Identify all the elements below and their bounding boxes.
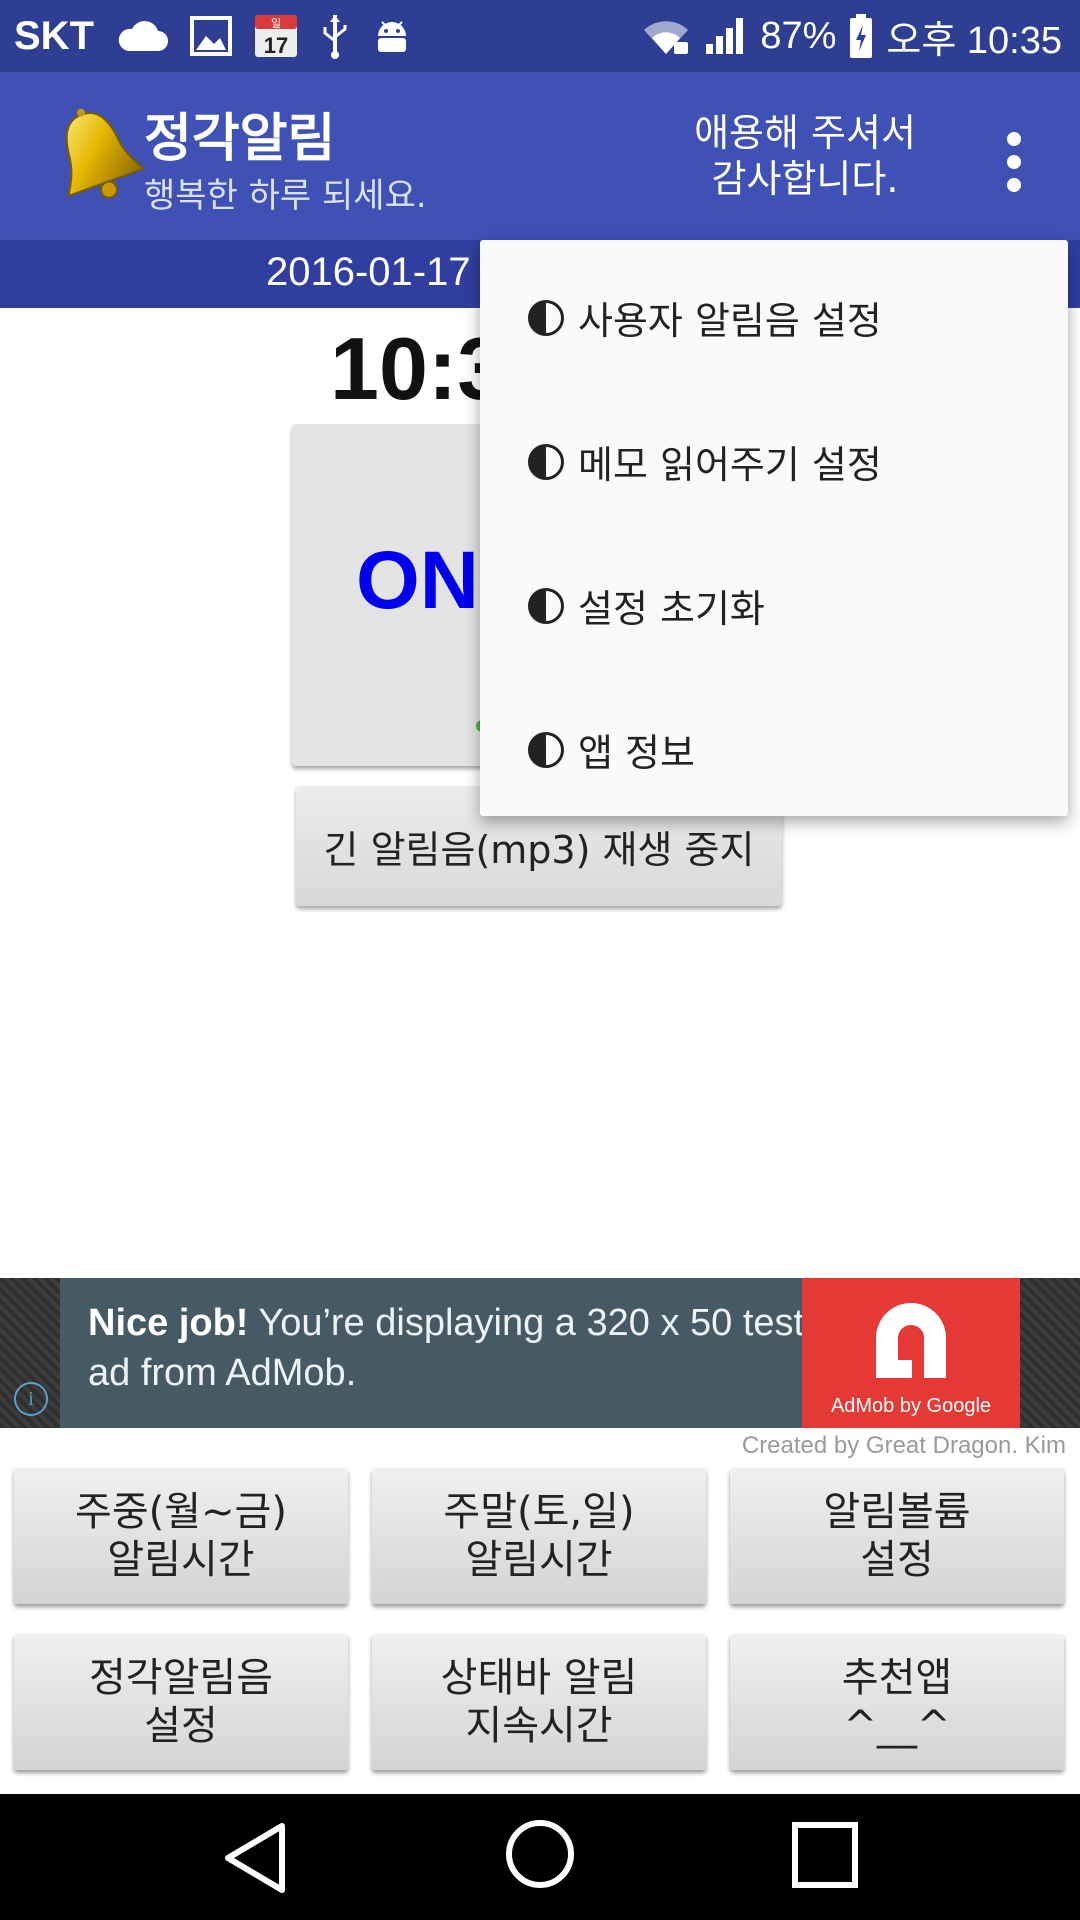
menu-item-label: 사용자 알림음 설정 (578, 299, 882, 343)
recommended-apps-button[interactable]: 추천앱 ^__^ (730, 1634, 1064, 1770)
calendar-day-label: 일 (271, 16, 281, 30)
app-title: 정각알림 (144, 109, 336, 169)
image-icon (190, 16, 232, 56)
status-bar-left: SKT 일 17 (14, 0, 412, 72)
menu-item-custom-sound[interactable]: 사용자 알림음 설정 (528, 290, 882, 345)
menu-item-label: 메모 읽어주기 설정 (578, 443, 882, 487)
android-debug-icon (372, 16, 412, 56)
ad-banner[interactable]: Nice job! You’re displaying a 320 x 50 t… (0, 1278, 1080, 1428)
credit-text: Created by Great Dragon. Kim (741, 1432, 1066, 1459)
app-bar: 정각알림 행복한 하루 되세요. 애용해 주셔서 감사합니다. (0, 72, 1080, 240)
button-line-2: 알림시간 (465, 1537, 613, 1583)
menu-item-memo-reading[interactable]: 메모 읽어주기 설정 (528, 434, 882, 489)
menu-item-app-info[interactable]: 앱 정보 (528, 722, 695, 777)
back-icon[interactable] (220, 1820, 290, 1900)
cloud-icon (116, 19, 168, 53)
button-line-2: 설정 (860, 1537, 934, 1583)
admob-logo: AdMob by Google (802, 1278, 1020, 1428)
battery-charging-icon (848, 13, 874, 59)
overflow-popup-menu: 사용자 알림음 설정 메모 읽어주기 설정 설정 초기화 앱 정보 (480, 240, 1068, 816)
admob-logo-label: AdMob by Google (830, 1395, 992, 1417)
button-line-2: 지속시간 (465, 1703, 613, 1749)
home-icon[interactable] (504, 1818, 576, 1894)
menu-item-label: 설정 초기화 (578, 587, 765, 631)
alarm-volume-button[interactable]: 알림볼륨 설정 (730, 1468, 1064, 1604)
thanks-message: 애용해 주셔서 감사합니다. (660, 110, 950, 202)
weekday-alarm-time-button[interactable]: 주중(월~금) 알림시간 (14, 1468, 348, 1604)
calendar-icon: 일 17 (254, 14, 298, 58)
ad-info-icon[interactable]: i (14, 1382, 48, 1416)
alarm-toggle-label: ON (356, 535, 479, 626)
button-line-1: 추천앱 (841, 1655, 953, 1701)
statusbar-duration-button[interactable]: 상태바 알림 지속시간 (372, 1634, 706, 1770)
battery-percent: 87% (760, 14, 837, 57)
weekend-alarm-time-button[interactable]: 주말(토,일) 알림시간 (372, 1468, 706, 1604)
button-line-1: 상태바 알림 (440, 1655, 638, 1701)
thanks-line-1: 애용해 주셔서 (694, 111, 916, 155)
button-line-1: 주중(월~금) (75, 1489, 287, 1535)
half-circle-icon (528, 731, 564, 768)
bell-icon (48, 104, 146, 204)
thanks-line-2: 감사합니다. (711, 157, 899, 201)
recents-icon[interactable] (790, 1820, 860, 1894)
ad-text-bold: Nice job! (88, 1302, 249, 1344)
navigation-bar (0, 1794, 1080, 1920)
half-circle-icon (528, 443, 564, 480)
ad-content[interactable]: Nice job! You’re displaying a 320 x 50 t… (60, 1278, 1020, 1428)
menu-item-reset-settings[interactable]: 설정 초기화 (528, 578, 765, 633)
button-line-2: 알림시간 (107, 1537, 255, 1583)
app-subtitle: 행복한 하루 되세요. (144, 176, 427, 216)
button-line-1: 알림볼륨 (823, 1489, 971, 1535)
button-line-1: 정각알림음 (89, 1655, 273, 1701)
half-circle-icon (528, 299, 564, 336)
carrier-label: SKT (14, 13, 94, 58)
status-bar-right: 87% 오후 10:35 (640, 0, 1062, 72)
half-circle-icon (528, 587, 564, 624)
usb-icon (320, 13, 350, 59)
overflow-menu-icon[interactable] (990, 122, 1038, 202)
menu-item-label: 앱 정보 (578, 731, 695, 775)
button-line-2: 설정 (144, 1703, 218, 1749)
hourly-sound-button[interactable]: 정각알림음 설정 (14, 1634, 348, 1770)
status-bar: SKT 일 17 87% 오후 10:35 (0, 0, 1080, 72)
wifi-icon (640, 16, 692, 56)
button-line-1: 주말(토,일) (443, 1489, 635, 1535)
calendar-date: 17 (264, 33, 288, 58)
signal-icon (704, 16, 748, 56)
ad-text: Nice job! You’re displaying a 320 x 50 t… (88, 1298, 828, 1398)
button-line-2: ^__^ (843, 1703, 951, 1749)
date-label: 2016-01-17 (266, 250, 471, 294)
clock: 오후 10:35 (886, 19, 1062, 62)
